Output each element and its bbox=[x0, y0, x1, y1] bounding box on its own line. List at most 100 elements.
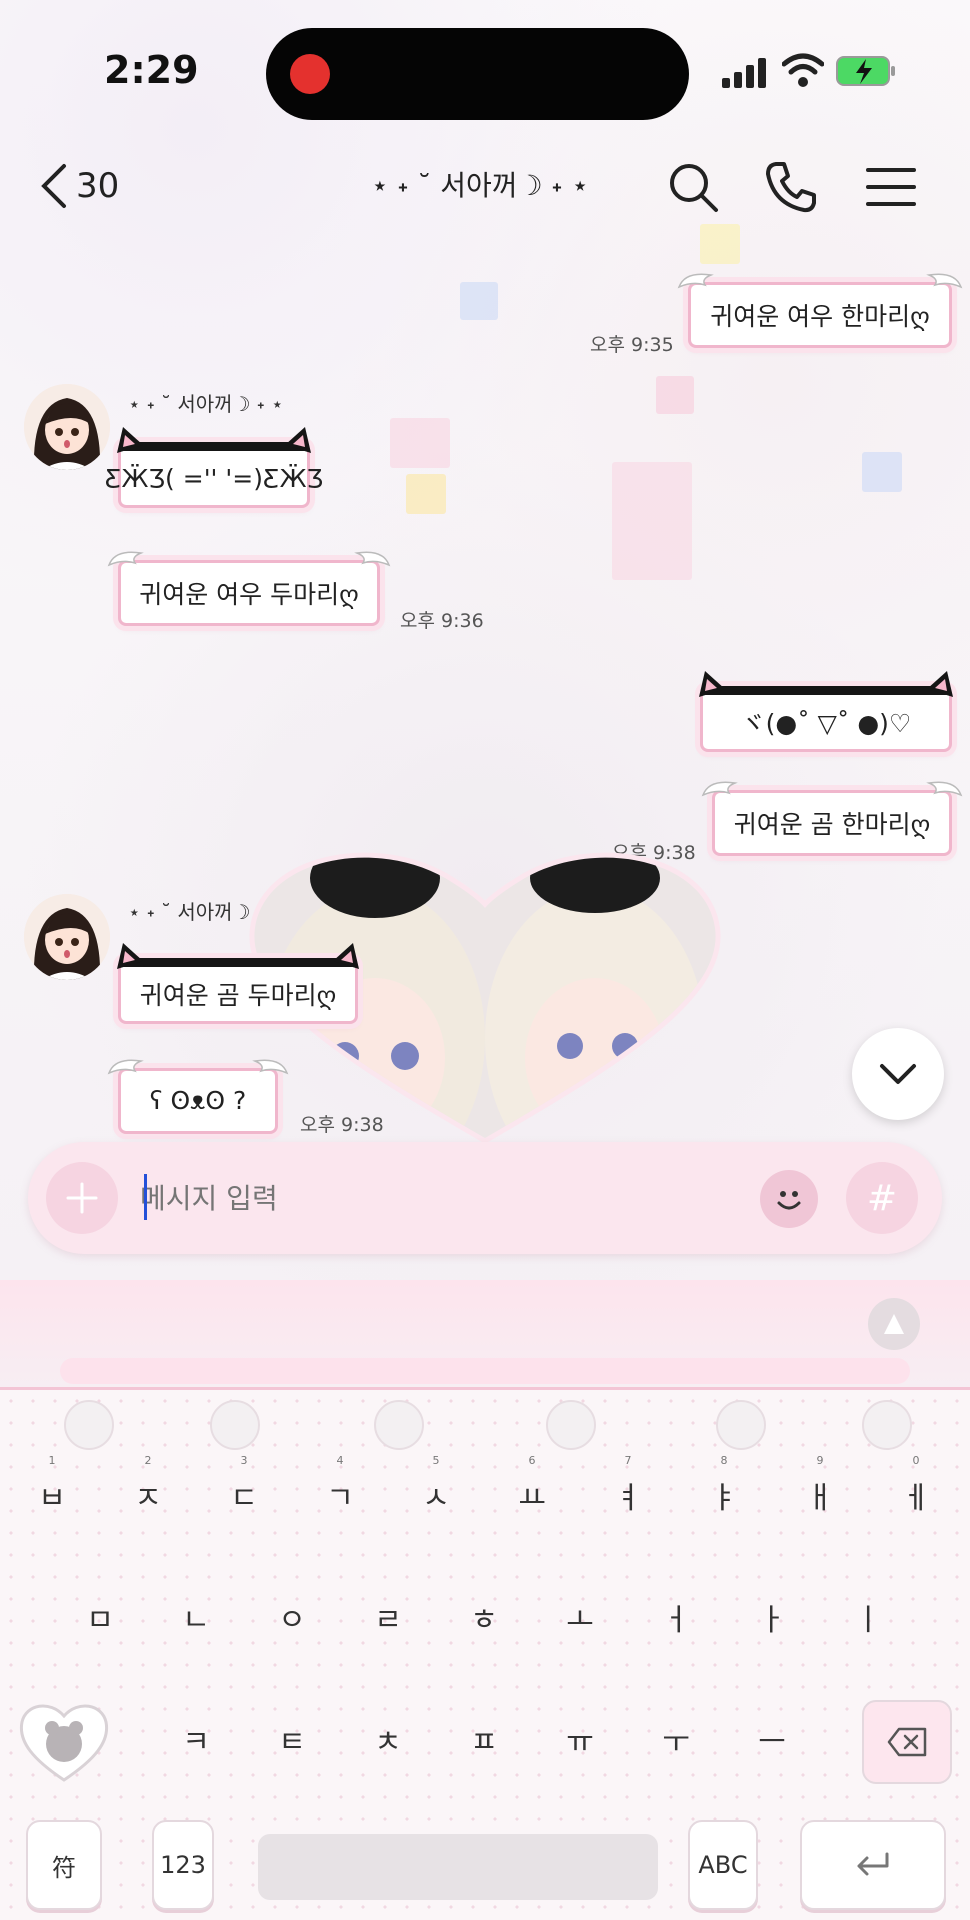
message-text: 귀여운 여우 두마리ღ bbox=[139, 580, 359, 609]
keyboard-deco-band bbox=[60, 1358, 910, 1384]
wing-decoration-icon bbox=[252, 1059, 289, 1075]
message-text: ヾ(●˚ ▽˚ ●)♡ bbox=[740, 709, 912, 738]
sticker-icon[interactable] bbox=[546, 1400, 596, 1450]
message-text: 귀여운 여우 한마리ღ bbox=[710, 302, 930, 331]
sticker-icon[interactable] bbox=[64, 1400, 114, 1450]
sticker-icon[interactable] bbox=[862, 1400, 912, 1450]
background-deco bbox=[700, 224, 740, 264]
background-deco bbox=[862, 452, 902, 492]
return-key[interactable] bbox=[800, 1820, 946, 1910]
key[interactable]: ㄴ bbox=[156, 1572, 236, 1662]
key[interactable]: ㄹ bbox=[348, 1572, 428, 1662]
phone-call-icon[interactable] bbox=[764, 160, 818, 214]
message-bubble[interactable]: 귀여운 곰 한마리ღ bbox=[701, 781, 963, 856]
attach-button[interactable] bbox=[46, 1162, 118, 1234]
key[interactable]: ㅋ bbox=[156, 1694, 236, 1784]
key[interactable]: ㅓ bbox=[636, 1572, 716, 1662]
status-bar: 2:29 bbox=[0, 0, 970, 150]
message-input-bar: # bbox=[28, 1142, 942, 1254]
message-text: ʕ ʘᴥʘ ? bbox=[149, 1086, 247, 1115]
emoticon-button[interactable] bbox=[760, 1170, 818, 1228]
return-icon bbox=[857, 1852, 889, 1876]
key[interactable]: ㅣ bbox=[828, 1572, 908, 1662]
keyboard-top-bar bbox=[0, 1280, 970, 1390]
key[interactable]: 8ㅑ bbox=[684, 1450, 764, 1540]
scroll-to-bottom-button[interactable] bbox=[852, 1028, 944, 1120]
wing-decoration-icon bbox=[107, 1059, 144, 1075]
key[interactable]: ㅏ bbox=[732, 1572, 812, 1662]
key[interactable]: ㅍ bbox=[444, 1694, 524, 1784]
message-bubble[interactable]: 귀여운 여우 두마리ღ bbox=[107, 551, 391, 626]
dynamic-island bbox=[266, 28, 689, 120]
cat-ear-decoration-icon bbox=[285, 427, 311, 453]
key[interactable]: ㅌ bbox=[252, 1694, 332, 1784]
status-time: 2:29 bbox=[104, 48, 199, 92]
message-text: ƸӜƷ( ='' '=)ƸӜƷ bbox=[104, 463, 324, 493]
avatar-illustration bbox=[24, 384, 110, 470]
key[interactable]: ㅠ bbox=[540, 1694, 620, 1784]
sticker-icon[interactable] bbox=[210, 1400, 260, 1450]
keyboard-theme-button[interactable] bbox=[868, 1298, 920, 1350]
unread-count: 30 bbox=[76, 166, 120, 206]
backspace-key[interactable] bbox=[862, 1700, 952, 1784]
battery-charging-icon bbox=[836, 56, 895, 86]
cat-ear-decoration-icon bbox=[117, 427, 143, 453]
background-deco bbox=[460, 282, 498, 320]
key[interactable]: ㅗ bbox=[540, 1572, 620, 1662]
message-bubble[interactable]: ʕ ʘᴥʘ ? bbox=[107, 1059, 289, 1134]
chat-title: ⋆ ˖ ˘ 서아꺼☽ ˖ ⋆ bbox=[371, 169, 589, 202]
background-deco bbox=[390, 418, 450, 468]
key[interactable]: ㅎ bbox=[444, 1572, 524, 1662]
language-switch-key[interactable]: ABC bbox=[688, 1820, 758, 1910]
sticker-icon[interactable] bbox=[716, 1400, 766, 1450]
sender-avatar[interactable] bbox=[24, 384, 110, 470]
message-bubble[interactable]: 귀여운 곰 두마리ღ bbox=[117, 943, 359, 1024]
wing-decoration-icon bbox=[926, 781, 963, 797]
hashtag-button[interactable]: # bbox=[846, 1162, 918, 1234]
key[interactable]: 1ㅂ bbox=[12, 1450, 92, 1540]
key[interactable]: ㅡ bbox=[732, 1694, 812, 1784]
sender-name: ⋆ ˖ ˘ 서아꺼☽ ˖ ⋆ bbox=[128, 392, 284, 416]
symbol-key[interactable]: 符 bbox=[26, 1820, 102, 1910]
space-bar[interactable] bbox=[258, 1834, 658, 1900]
backspace-icon bbox=[887, 1727, 927, 1757]
key[interactable]: 0ㅔ bbox=[876, 1450, 956, 1540]
bear-shift-icon bbox=[19, 1704, 109, 1782]
message-time: 오후 9:36 bbox=[400, 610, 484, 632]
font-icon bbox=[884, 1314, 904, 1334]
message-bubble[interactable]: ƸӜƷ( ='' '=)ƸӜƷ bbox=[105, 427, 323, 508]
key[interactable]: ㅜ bbox=[636, 1694, 716, 1784]
sticker-icon[interactable] bbox=[374, 1400, 424, 1450]
key[interactable]: 6ㅛ bbox=[492, 1450, 572, 1540]
shift-key[interactable] bbox=[14, 1696, 114, 1786]
menu-icon[interactable] bbox=[864, 160, 918, 214]
chevron-down-icon bbox=[880, 1064, 916, 1084]
cellular-signal-icon bbox=[722, 56, 766, 88]
key[interactable]: 2ㅈ bbox=[108, 1450, 188, 1540]
message-bubble[interactable]: ヾ(●˚ ▽˚ ●)♡ bbox=[699, 671, 953, 752]
text-cursor bbox=[144, 1174, 147, 1220]
key[interactable]: 7ㅕ bbox=[588, 1450, 668, 1540]
wing-decoration-icon bbox=[354, 551, 391, 567]
key[interactable]: 9ㅐ bbox=[780, 1450, 860, 1540]
cat-ear-decoration-icon bbox=[927, 671, 953, 697]
message-input[interactable] bbox=[140, 1170, 760, 1226]
numeric-key[interactable]: 123 bbox=[152, 1820, 214, 1910]
recording-indicator-icon bbox=[290, 54, 330, 94]
key[interactable]: 3ㄷ bbox=[204, 1450, 284, 1540]
wing-decoration-icon bbox=[677, 273, 714, 289]
key[interactable]: ㅁ bbox=[60, 1572, 140, 1662]
search-icon[interactable] bbox=[666, 160, 720, 214]
key[interactable]: 5ㅅ bbox=[396, 1450, 476, 1540]
back-button[interactable]: 30 bbox=[38, 158, 119, 214]
key[interactable]: ㅊ bbox=[348, 1694, 428, 1784]
background-deco bbox=[612, 462, 692, 580]
message-bubble[interactable]: 귀여운 여우 한마리ღ bbox=[677, 273, 963, 348]
key[interactable]: 4ㄱ bbox=[300, 1450, 380, 1540]
message-time: 오후 9:38 bbox=[300, 1114, 384, 1136]
message-text: 귀여운 곰 한마리ღ bbox=[733, 810, 931, 839]
plus-icon bbox=[66, 1182, 98, 1214]
key[interactable]: ㅇ bbox=[252, 1572, 332, 1662]
sender-avatar[interactable] bbox=[24, 894, 110, 980]
chevron-left-icon bbox=[41, 164, 66, 208]
